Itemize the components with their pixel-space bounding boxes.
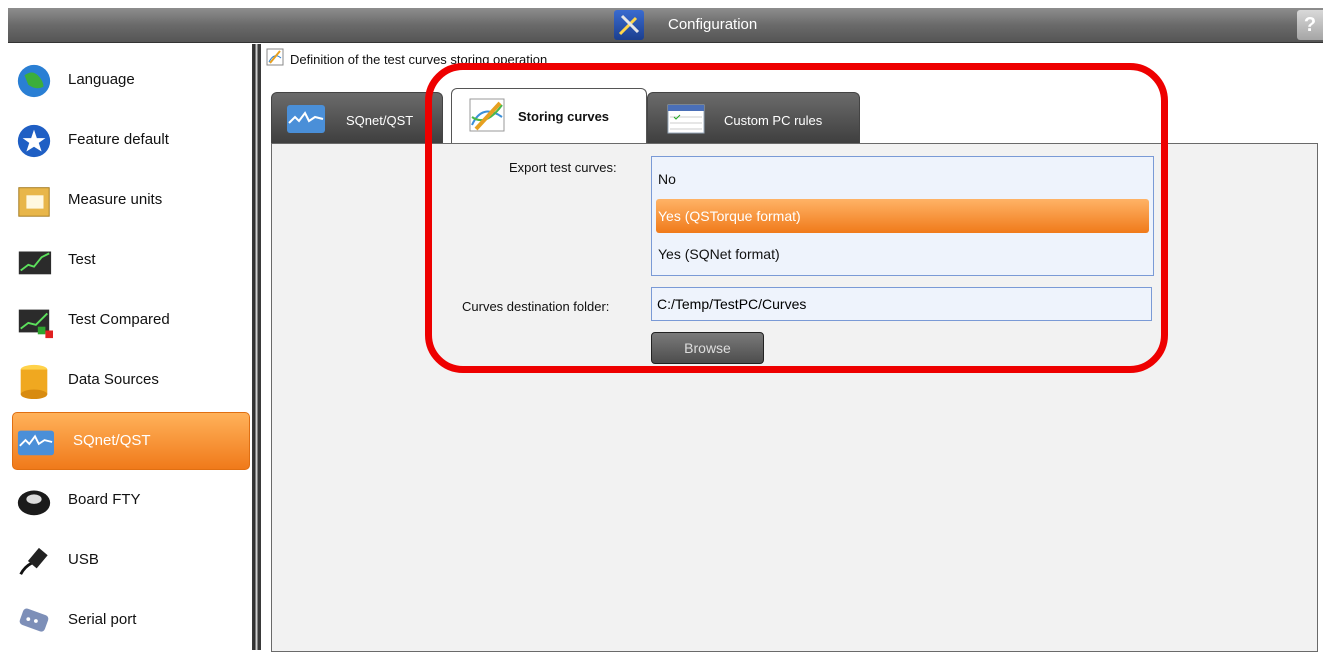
browse-button[interactable]: Browse: [651, 332, 764, 364]
sidebar-item-label: Measure units: [68, 191, 163, 208]
tab-storing-curves[interactable]: Storing curves: [451, 88, 647, 143]
sidebar-item-label: Serial port: [68, 611, 137, 628]
tools-icon: [614, 10, 644, 40]
sidebar-item-test[interactable]: Test: [12, 232, 248, 288]
usb-icon: [19, 547, 48, 575]
sidebar-item-feature-default[interactable]: Feature default: [12, 112, 248, 168]
curves-pencil-icon: [266, 48, 284, 66]
sidebar-item-label: Test: [68, 251, 96, 268]
sidebar-item-label: Feature default: [68, 131, 169, 148]
sidebar-item-serial-port[interactable]: Serial port: [12, 592, 248, 648]
globe-icon: [17, 64, 51, 98]
window-title: Configuration: [668, 16, 758, 33]
chart-icon: [18, 251, 52, 275]
database-icon: [20, 364, 48, 400]
waveform-icon: [17, 430, 54, 456]
tab-custom-pc-rules[interactable]: Custom PC rules: [647, 92, 860, 145]
sidebar-item-test-compared[interactable]: Test Compared: [12, 292, 248, 348]
title-bar: Configuration ?: [8, 8, 1323, 43]
sidebar-item-label: Data Sources: [68, 371, 159, 388]
curves-destination-folder-label: Curves destination folder:: [462, 299, 610, 314]
tab-sqnet-qst[interactable]: SQnet/QST: [271, 92, 443, 145]
help-button[interactable]: ?: [1297, 10, 1323, 40]
star-icon: [17, 124, 51, 158]
sidebar: Language Feature default Measure units T…: [0, 44, 256, 650]
tab-label: Storing curves: [518, 109, 610, 124]
sidebar-item-data-sources[interactable]: Data Sources: [12, 352, 248, 408]
page-title: Definition of the test curves storing op…: [290, 52, 548, 67]
sidebar-item-board-fty[interactable]: Board FTY: [12, 472, 248, 528]
serial-port-icon: [19, 608, 49, 632]
export-option-no[interactable]: No: [656, 162, 1149, 196]
sidebar-item-language[interactable]: Language: [12, 52, 248, 108]
export-test-curves-label: Export test curves:: [509, 160, 617, 175]
ruler-icon: [18, 187, 50, 217]
tab-label: Custom PC rules: [724, 113, 823, 128]
sidebar-item-label: SQnet/QST: [73, 432, 151, 449]
export-option-sqnet[interactable]: Yes (SQNet format): [656, 237, 1149, 271]
tab-label: SQnet/QST: [346, 113, 414, 128]
sidebar-item-label: Test Compared: [68, 311, 170, 328]
chart-compare-icon: [18, 309, 53, 339]
sidebar-item-usb[interactable]: USB: [12, 532, 248, 588]
sidebar-item-sqnet-qst[interactable]: SQnet/QST: [12, 412, 250, 470]
sidebar-item-label: Language: [68, 71, 135, 88]
sidebar-item-measure-units[interactable]: Measure units: [12, 172, 248, 228]
rules-table-icon: [667, 104, 705, 134]
sidebar-item-label: Board FTY: [68, 491, 141, 508]
sidebar-splitter[interactable]: [252, 44, 261, 650]
curves-pencil-icon: [469, 98, 505, 132]
export-test-curves-list[interactable]: No Yes (QSTorque format) Yes (SQNet form…: [651, 156, 1154, 276]
waveform-icon: [287, 105, 325, 133]
sidebar-item-label: USB: [68, 551, 99, 568]
board-icon: [17, 490, 51, 516]
export-option-qstorque[interactable]: Yes (QSTorque format): [656, 199, 1149, 233]
curves-destination-folder-input[interactable]: [651, 287, 1152, 321]
